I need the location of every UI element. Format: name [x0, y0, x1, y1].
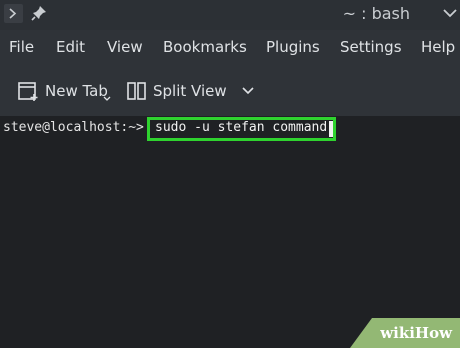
shell-prompt: steve@localhost:~>: [3, 120, 144, 135]
chevron-down-icon[interactable]: [442, 4, 458, 26]
wikihow-watermark: wikiHow: [350, 318, 460, 348]
pin-icon[interactable]: [30, 4, 48, 26]
menu-view[interactable]: View: [107, 38, 143, 56]
window-title: ~ : bash: [342, 4, 410, 23]
text-cursor: [329, 121, 333, 137]
chevron-down-icon[interactable]: [103, 96, 111, 102]
menu-file[interactable]: File: [9, 38, 34, 56]
new-tab-icon: [17, 80, 39, 102]
menu-plugins[interactable]: Plugins: [266, 38, 320, 56]
menu-bookmarks[interactable]: Bookmarks: [163, 38, 247, 56]
title-bar: ~ : bash: [0, 0, 460, 30]
split-view-button[interactable]: Split View: [127, 78, 255, 104]
new-tab-button[interactable]: New Tab: [17, 78, 111, 104]
split-view-icon: [127, 80, 147, 102]
terminal-area[interactable]: steve@localhost:~>: [0, 116, 460, 348]
menu-bar: File Edit View Bookmarks Plugins Setting…: [0, 30, 460, 66]
watermark-wiki: wiki: [380, 324, 415, 342]
menu-settings[interactable]: Settings: [340, 38, 402, 56]
menu-help[interactable]: Help: [421, 38, 455, 56]
chevron-down-icon[interactable]: [241, 86, 255, 96]
terminal-icon[interactable]: [4, 4, 23, 23]
menu-edit[interactable]: Edit: [56, 38, 85, 56]
watermark-how: How: [414, 324, 452, 342]
watermark-text: wikiHow: [380, 324, 452, 342]
typed-command: sudo -u stefan command: [155, 120, 328, 135]
new-tab-label: New Tab: [45, 82, 108, 100]
split-view-label: Split View: [153, 82, 227, 100]
toolbar: New Tab Split View: [0, 66, 460, 116]
